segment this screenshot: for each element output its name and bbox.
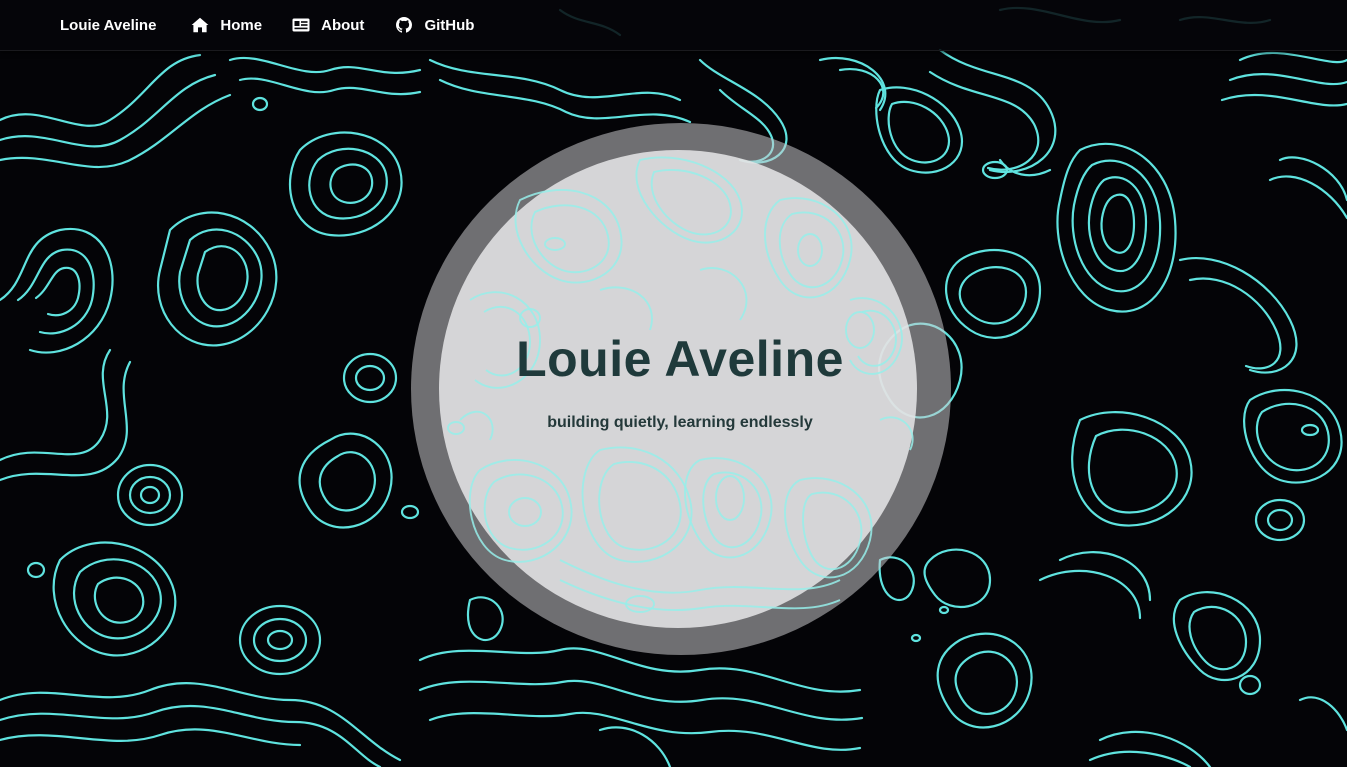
hero-title: Louie Aveline — [516, 331, 844, 387]
nav-home-label: Home — [220, 16, 263, 34]
brand-link[interactable]: Louie Aveline — [60, 17, 156, 34]
nav-github-link[interactable]: GitHub — [395, 16, 474, 34]
page: Louie Aveline building quietly, learning… — [0, 0, 1347, 767]
hero-section: Louie Aveline building quietly, learning… — [0, 0, 1347, 767]
hero-subtitle: building quietly, learning endlessly — [547, 414, 813, 431]
nav-about-link[interactable]: About — [292, 16, 364, 34]
id-card-icon — [292, 16, 310, 34]
github-icon — [395, 16, 413, 34]
top-navbar: Louie Aveline Home About GitHub — [0, 0, 1347, 51]
home-icon — [191, 16, 209, 34]
nav-about-label: About — [321, 16, 365, 34]
nav-home-link[interactable]: Home — [191, 16, 262, 34]
nav-github-label: GitHub — [424, 16, 475, 34]
